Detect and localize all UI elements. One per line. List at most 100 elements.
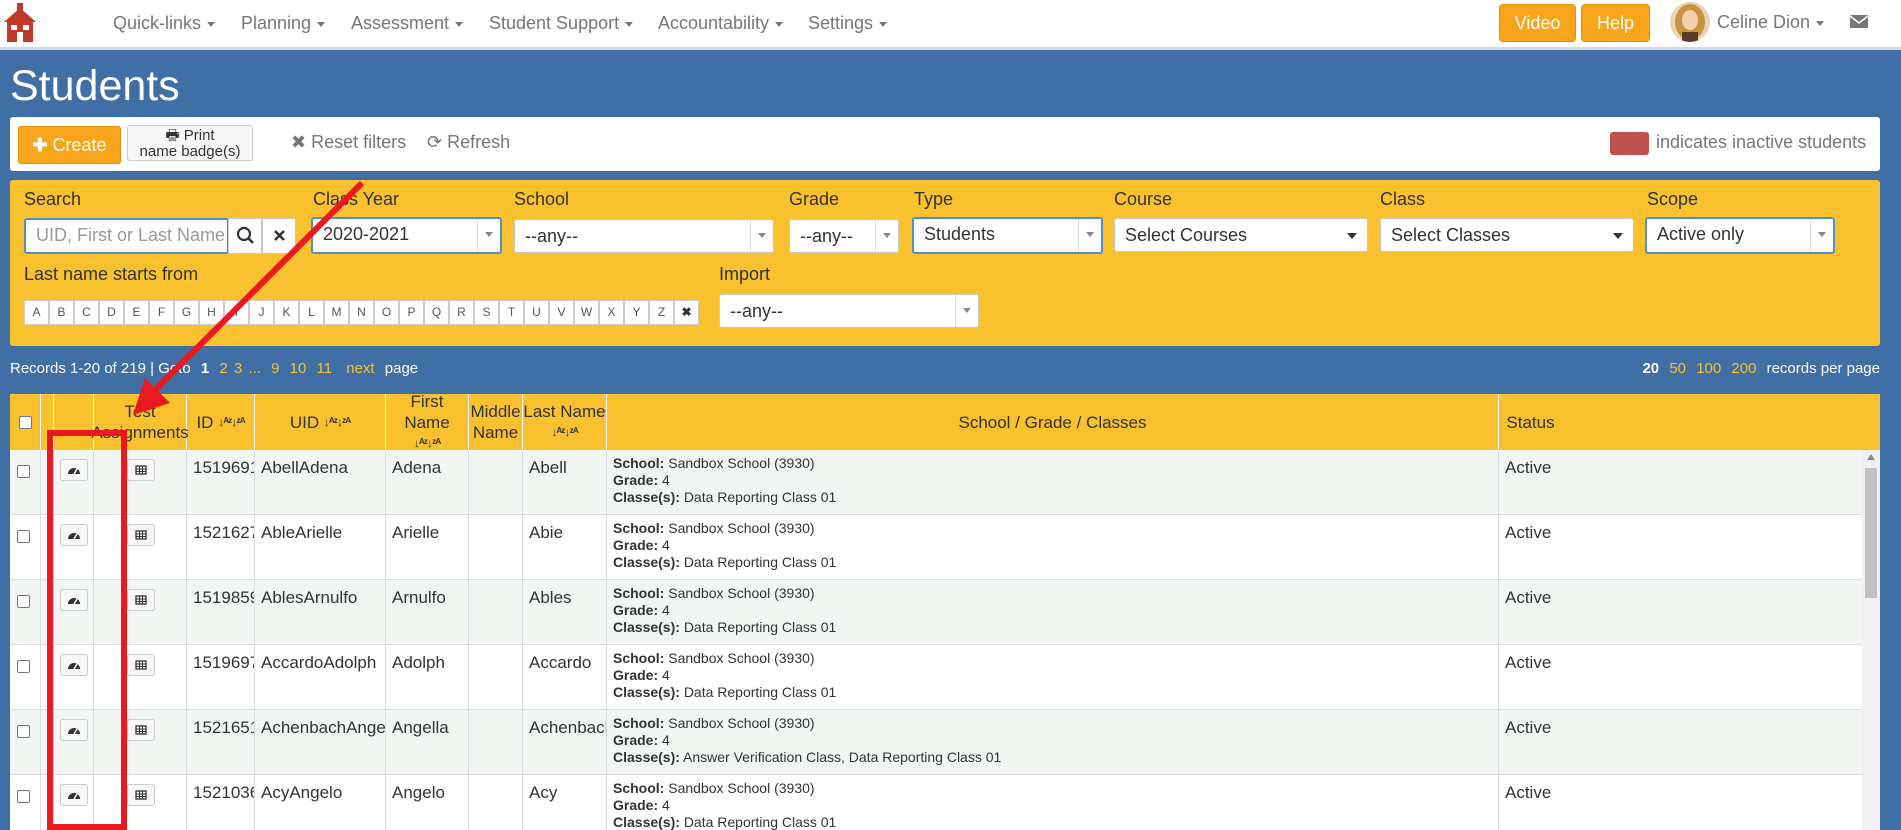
nav-accountability[interactable]: Accountability	[658, 13, 784, 34]
id-header[interactable]: ID ↓ᴬᶻ↓ᶻᴬ	[187, 394, 255, 450]
sgc-grade-label: Grade:	[613, 667, 659, 683]
last-name-header[interactable]: Last Name ↓ᴬᶻ↓ᶻᴬ	[523, 394, 607, 450]
grade-select[interactable]: --any--	[789, 219, 899, 253]
nav-quick-links[interactable]: Quick-links	[113, 13, 216, 34]
sgc-grade-value: 4	[662, 797, 670, 813]
letter-filter-a[interactable]: A	[24, 300, 49, 325]
letter-filter-g[interactable]: G	[174, 300, 199, 325]
row-checkbox[interactable]	[17, 660, 30, 673]
test-assignments-button[interactable]	[127, 459, 155, 481]
type-select[interactable]: Students	[912, 217, 1103, 254]
sort-icon[interactable]: ↓ᴬᶻ↓ᶻᴬ	[324, 412, 351, 433]
letter-filter-b[interactable]: B	[49, 300, 74, 325]
letter-filter-c[interactable]: C	[74, 300, 99, 325]
school-select[interactable]: --any--	[514, 219, 774, 253]
import-select[interactable]: --any--	[719, 294, 979, 328]
class-year-select[interactable]: 2020-2021	[311, 217, 502, 254]
per-page-50[interactable]: 50	[1669, 360, 1686, 377]
select-all-checkbox[interactable]	[18, 415, 32, 429]
sgc-classes-value: Data Reporting Class 01	[683, 489, 837, 505]
video-button[interactable]: Video	[1499, 4, 1576, 42]
sgc-school-line: School: Sandbox School (3930)	[613, 585, 1498, 602]
page-link-9[interactable]: 9	[271, 360, 279, 377]
reset-filters-link[interactable]: ✖ Reset filters	[291, 132, 406, 153]
page-link-3[interactable]: 3	[234, 360, 242, 377]
letter-filter-r[interactable]: R	[449, 300, 474, 325]
letter-filter-f[interactable]: F	[149, 300, 174, 325]
test-assignments-button[interactable]	[127, 719, 155, 741]
mail-icon[interactable]	[1850, 15, 1868, 28]
clear-search-button[interactable]	[262, 218, 296, 254]
test-assignments-button[interactable]	[127, 589, 155, 611]
row-checkbox[interactable]	[17, 725, 30, 738]
vertical-scrollbar[interactable]	[1862, 450, 1880, 830]
letter-filter-m[interactable]: M	[324, 300, 349, 325]
page-link-10[interactable]: 10	[290, 360, 307, 377]
letter-filter-k[interactable]: K	[274, 300, 299, 325]
letter-filter-v[interactable]: V	[549, 300, 574, 325]
help-button[interactable]: Help	[1581, 4, 1650, 42]
first-name-header[interactable]: First Name ↓ᴬᶻ↓ᶻᴬ	[386, 394, 469, 450]
school-house-logo-icon[interactable]	[0, 0, 40, 46]
user-avatar[interactable]	[1670, 2, 1710, 42]
uid-header[interactable]: UID ↓ᴬᶻ↓ᶻᴬ	[255, 394, 386, 450]
letter-filter-d[interactable]: D	[99, 300, 124, 325]
scroll-up-icon[interactable]	[1867, 454, 1875, 460]
class-select[interactable]: Select Classes	[1380, 218, 1634, 252]
test-assignments-button[interactable]	[127, 654, 155, 676]
refresh-link[interactable]: ⟳ Refresh	[427, 132, 510, 153]
letter-filter-x[interactable]: X	[599, 300, 624, 325]
page-link-2[interactable]: 2	[219, 360, 227, 377]
letter-filter-l[interactable]: L	[299, 300, 324, 325]
letter-filter-n[interactable]: N	[349, 300, 374, 325]
row-checkbox[interactable]	[17, 790, 30, 803]
cell-uid: AblesArnulfo	[255, 580, 386, 644]
letter-filter-y[interactable]: Y	[624, 300, 649, 325]
nav-planning[interactable]: Planning	[241, 13, 326, 34]
nav-assessment[interactable]: Assessment	[351, 13, 464, 34]
letter-filter-p[interactable]: P	[399, 300, 424, 325]
nav-student-support[interactable]: Student Support	[489, 13, 634, 34]
sgc-school-label: School:	[613, 585, 665, 601]
scrollbar-thumb[interactable]	[1865, 468, 1877, 598]
letter-filter-i[interactable]: I	[224, 300, 249, 325]
search-button[interactable]	[228, 218, 262, 254]
next-page-link[interactable]: next	[346, 360, 374, 377]
sgc-school-line: School: Sandbox School (3930)	[613, 650, 1498, 667]
letter-filter-q[interactable]: Q	[424, 300, 449, 325]
per-page-100[interactable]: 100	[1696, 360, 1721, 377]
letter-filter-e[interactable]: E	[124, 300, 149, 325]
letter-filter-s[interactable]: S	[474, 300, 499, 325]
letter-filter-w[interactable]: W	[574, 300, 599, 325]
page-word: page	[384, 360, 419, 377]
search-input[interactable]: UID, First or Last Name	[24, 218, 229, 254]
page-link-1[interactable]: 1	[201, 360, 209, 377]
course-select[interactable]: Select Courses	[1114, 218, 1368, 252]
row-checkbox[interactable]	[17, 595, 30, 608]
print-name-badges-button[interactable]: 🖶 Print name badge(s)	[127, 125, 253, 161]
scope-select[interactable]: Active only	[1645, 217, 1835, 254]
letter-filter-j[interactable]: J	[249, 300, 274, 325]
sort-icon[interactable]: ↓ᴬᶻ↓ᶻᴬ	[551, 422, 578, 443]
test-assignments-button[interactable]	[127, 524, 155, 546]
per-page-200[interactable]: 200	[1731, 360, 1756, 377]
letter-filter-t[interactable]: T	[499, 300, 524, 325]
clear-letter-icon[interactable]: ✖	[674, 300, 699, 325]
letter-filter-h[interactable]: H	[199, 300, 224, 325]
sort-icon[interactable]: ↓ᴬᶻ↓ᶻᴬ	[218, 412, 245, 433]
letter-filter-u[interactable]: U	[524, 300, 549, 325]
sgc-school-line: School: Sandbox School (3930)	[613, 455, 1498, 472]
page-link-11[interactable]: 11	[316, 360, 332, 377]
row-checkbox[interactable]	[17, 530, 30, 543]
test-assignments-button[interactable]	[127, 784, 155, 806]
user-menu[interactable]: Celine Dion	[1717, 12, 1825, 33]
letter-filter-z[interactable]: Z	[649, 300, 674, 325]
cell-id: 1521627	[187, 515, 255, 579]
create-button[interactable]: ✚ Create	[18, 126, 121, 164]
cell-first-name: Arielle	[386, 515, 469, 579]
nav-settings[interactable]: Settings	[808, 13, 888, 34]
sgc-grade-value: 4	[662, 472, 670, 488]
per-page-20[interactable]: 20	[1642, 360, 1659, 377]
row-checkbox[interactable]	[17, 465, 30, 478]
letter-filter-o[interactable]: O	[374, 300, 399, 325]
